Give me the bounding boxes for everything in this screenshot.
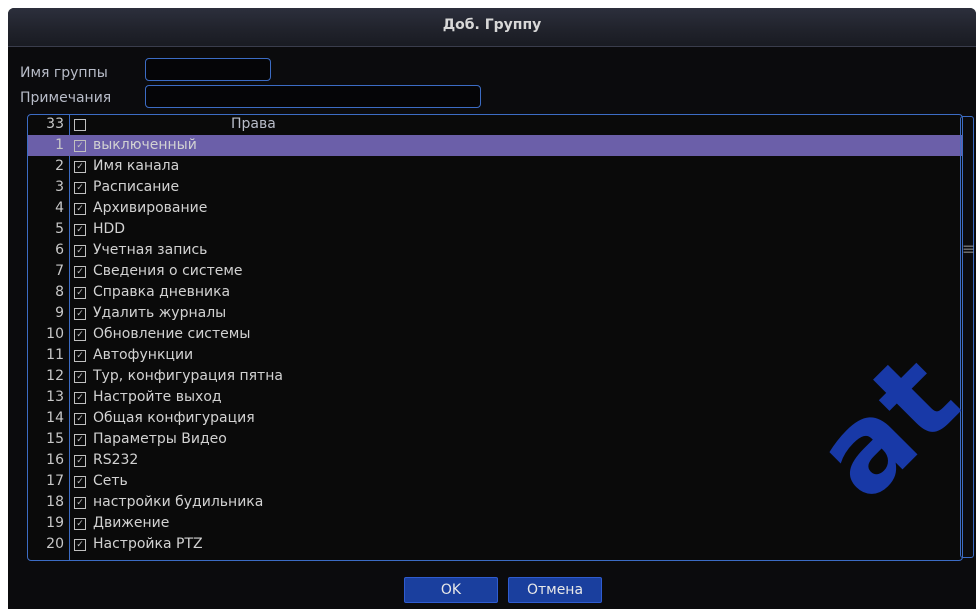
scroll-grip-icon[interactable]: — — —: [963, 240, 974, 257]
permission-checkbox[interactable]: ✓: [74, 539, 86, 551]
row-number: 9: [55, 305, 64, 321]
row-number: 14: [46, 410, 64, 426]
permission-checkbox[interactable]: ✓: [74, 329, 86, 341]
dialog-title: Доб. Группу: [442, 17, 542, 33]
permission-label: Обновление системы: [93, 326, 251, 342]
permission-checkbox[interactable]: ✓: [74, 392, 86, 404]
table-row[interactable]: 8 ✓ Справка дневника: [28, 282, 962, 303]
group-name-input[interactable]: [145, 58, 271, 81]
table-row[interactable]: 12 ✓ Тур, конфигурация пятна: [28, 366, 962, 387]
scrollbar[interactable]: — — —: [960, 116, 974, 558]
permission-checkbox[interactable]: ✓: [74, 140, 86, 152]
row-number: 13: [46, 389, 64, 405]
table-row[interactable]: 6 ✓ Учетная запись: [28, 240, 962, 261]
table-row[interactable]: 9 ✓ Удалить журналы: [28, 303, 962, 324]
permission-label: Общая конфигурация: [93, 410, 255, 426]
permission-label: Движение: [93, 515, 170, 531]
permission-label: Учетная запись: [93, 242, 208, 258]
permission-checkbox[interactable]: ✓: [74, 413, 86, 425]
row-number: 15: [46, 431, 64, 447]
table-row[interactable]: 17 ✓ Сеть: [28, 471, 962, 492]
permission-checkbox[interactable]: ✓: [74, 518, 86, 530]
permission-label: Автофункции: [93, 347, 194, 363]
row-number: 1: [55, 137, 64, 153]
column-header-rights: Права: [231, 116, 276, 132]
permission-label: выключенный: [93, 137, 197, 153]
row-number: 11: [46, 347, 64, 363]
permission-label: Имя канала: [93, 158, 180, 174]
group-name-label: Имя группы: [20, 65, 108, 81]
permission-checkbox[interactable]: ✓: [74, 308, 86, 320]
permission-checkbox[interactable]: ✓: [74, 476, 86, 488]
row-number: 5: [55, 221, 64, 237]
row-number: 20: [46, 536, 64, 552]
notes-input[interactable]: [145, 85, 481, 108]
table-row[interactable]: 18 ✓ настройки будильника: [28, 492, 962, 513]
row-number: 18: [46, 494, 64, 510]
permission-label: Архивирование: [93, 200, 208, 216]
table-row[interactable]: 1 ✓ выключенный: [28, 135, 962, 156]
permission-label: Удалить журналы: [93, 305, 227, 321]
permission-checkbox[interactable]: ✓: [74, 455, 86, 467]
row-number: 3: [55, 179, 64, 195]
permission-label: Настройка PTZ: [93, 536, 203, 552]
row-number: 19: [46, 515, 64, 531]
permission-checkbox[interactable]: ✓: [74, 245, 86, 257]
table-row[interactable]: 4 ✓ Архивирование: [28, 198, 962, 219]
permission-label: Расписание: [93, 179, 180, 195]
row-number: 7: [55, 263, 64, 279]
row-number: 10: [46, 326, 64, 342]
permission-checkbox[interactable]: ✓: [74, 224, 86, 236]
table-row[interactable]: 11 ✓ Автофункции: [28, 345, 962, 366]
permission-label: настройки будильника: [93, 494, 264, 510]
permission-label: Настройте выход: [93, 389, 222, 405]
table-row[interactable]: 2 ✓ Имя канала: [28, 156, 962, 177]
table-row[interactable]: 20 ✓ Настройка PTZ: [28, 534, 962, 555]
permission-checkbox[interactable]: ✓: [74, 350, 86, 362]
row-number: 17: [46, 473, 64, 489]
permission-label: Параметры Видео: [93, 431, 227, 447]
permission-checkbox[interactable]: ✓: [74, 203, 86, 215]
row-count: 33: [46, 116, 64, 132]
table-row[interactable]: 19 ✓ Движение: [28, 513, 962, 534]
permission-checkbox[interactable]: ✓: [74, 434, 86, 446]
permissions-table: 33 Права 1 ✓ выключенный 2 ✓ Имя канала 3 ✓ Расп…: [27, 114, 963, 561]
table-header: 33 Права: [28, 115, 962, 135]
permission-label: Справка дневника: [93, 284, 231, 300]
row-number: 16: [46, 452, 64, 468]
permission-checkbox[interactable]: ✓: [74, 497, 86, 509]
permission-checkbox[interactable]: ✓: [74, 161, 86, 173]
row-number: 4: [55, 200, 64, 216]
permission-checkbox[interactable]: ✓: [74, 182, 86, 194]
cancel-button[interactable]: Отмена: [508, 577, 602, 603]
row-number: 2: [55, 158, 64, 174]
notes-label: Примечания: [20, 90, 112, 106]
permission-label: Сеть: [93, 473, 128, 489]
permission-checkbox[interactable]: ✓: [74, 371, 86, 383]
permission-label: RS232: [93, 452, 139, 468]
ok-button[interactable]: OK: [404, 577, 498, 603]
table-row[interactable]: 7 ✓ Сведения о системе: [28, 261, 962, 282]
permission-label: HDD: [93, 221, 126, 237]
table-row[interactable]: 10 ✓ Обновление системы: [28, 324, 962, 345]
permission-checkbox[interactable]: ✓: [74, 266, 86, 278]
row-number: 12: [46, 368, 64, 384]
permission-label: Тур, конфигурация пятна: [93, 368, 283, 384]
permission-label: Сведения о системе: [93, 263, 243, 279]
table-row[interactable]: 3 ✓ Расписание: [28, 177, 962, 198]
title-bar: Доб. Группу: [8, 8, 976, 47]
row-number: 6: [55, 242, 64, 258]
permission-checkbox[interactable]: ✓: [74, 287, 86, 299]
add-group-dialog: Доб. Группу Имя группы Примечания 33 Пра…: [8, 8, 976, 609]
table-row[interactable]: 5 ✓ HDD: [28, 219, 962, 240]
select-all-checkbox[interactable]: [74, 119, 86, 131]
row-number: 8: [55, 284, 64, 300]
